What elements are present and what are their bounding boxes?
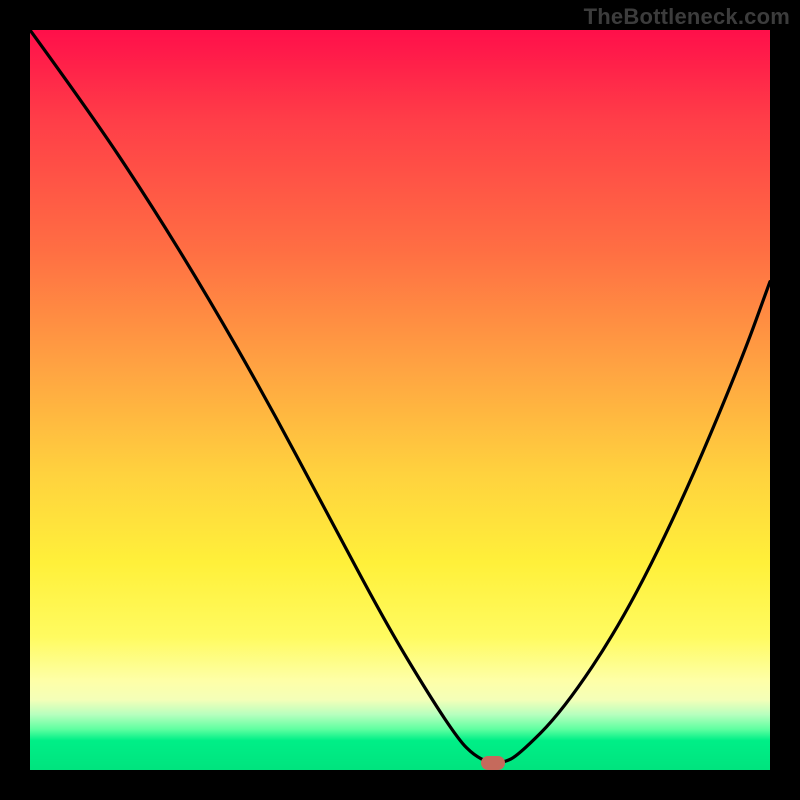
plot-area xyxy=(30,30,770,770)
watermark-text: TheBottleneck.com xyxy=(584,4,790,30)
minimum-marker xyxy=(481,756,505,770)
chart-frame: TheBottleneck.com xyxy=(0,0,800,800)
bottleneck-curve xyxy=(30,30,770,770)
